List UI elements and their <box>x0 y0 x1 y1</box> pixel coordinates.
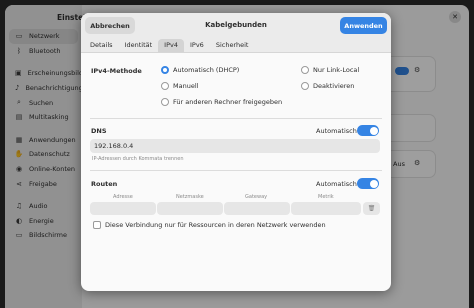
cancel-button[interactable]: Abbrechen <box>85 17 135 34</box>
radio-link-local[interactable]: Nur Link-Local <box>301 66 359 74</box>
tab-bar: Details Identität IPv4 IPv6 Sicherheit <box>81 39 391 53</box>
radio-label: Manuell <box>173 82 199 90</box>
route-gateway-input[interactable] <box>224 202 290 215</box>
dns-hint: IP-Adressen durch Kommata trennen <box>92 156 184 162</box>
tab-sicherheit[interactable]: Sicherheit <box>210 39 255 52</box>
radio-automatic-dhcp[interactable]: Automatisch (DHCP) <box>161 66 239 74</box>
separator <box>90 170 382 171</box>
local-resources-checkbox-row[interactable]: Diese Verbindung nur für Ressourcen in d… <box>93 221 326 229</box>
dialog-header: Abbrechen Kabelgebunden Anwenden <box>81 13 391 39</box>
ipv4-content: IPv4-Methode Automatisch (DHCP) Nur Link… <box>81 53 391 291</box>
radio-indicator <box>301 66 309 74</box>
route-column-gateway: Gateway <box>245 194 268 200</box>
apply-button[interactable]: Anwenden <box>340 17 387 34</box>
radio-indicator <box>161 66 169 74</box>
local-resources-checkbox[interactable] <box>93 221 101 229</box>
radio-disable[interactable]: Deaktivieren <box>301 82 354 90</box>
routes-auto-switch[interactable] <box>357 178 379 189</box>
trash-icon: 🗑 <box>367 205 376 212</box>
radio-indicator <box>301 82 309 90</box>
route-netmask-input[interactable] <box>157 202 223 215</box>
delete-route-button[interactable]: 🗑 <box>363 202 380 215</box>
routes-auto-label: Automatisch <box>316 180 357 188</box>
route-metric-input[interactable] <box>291 202 361 215</box>
wired-connection-dialog: Abbrechen Kabelgebunden Anwenden Details… <box>81 13 391 291</box>
ipv4-method-label: IPv4-Methode <box>91 67 142 75</box>
tab-identitaet[interactable]: Identität <box>119 39 159 52</box>
route-column-metric: Metrik <box>318 194 334 200</box>
radio-manual[interactable]: Manuell <box>161 82 198 90</box>
radio-label: Deaktivieren <box>313 82 355 90</box>
route-column-netmask: Netzmaske <box>176 194 204 200</box>
radio-indicator <box>161 82 169 90</box>
radio-label: Nur Link-Local <box>313 66 360 74</box>
dns-label: DNS <box>91 127 107 135</box>
dns-input[interactable]: 192.168.0.4 <box>90 139 380 153</box>
route-column-address: Adresse <box>113 194 133 200</box>
local-resources-label: Diese Verbindung nur für Ressourcen in d… <box>105 221 326 229</box>
route-address-input[interactable] <box>90 202 156 215</box>
radio-label: Für anderen Rechner freigegeben <box>173 98 283 106</box>
dns-auto-switch[interactable] <box>357 125 379 136</box>
radio-indicator <box>161 98 169 106</box>
tab-ipv6[interactable]: IPv6 <box>184 39 210 52</box>
radio-label: Automatisch (DHCP) <box>173 66 240 74</box>
radio-shared[interactable]: Für anderen Rechner freigegeben <box>161 98 282 106</box>
tab-ipv4[interactable]: IPv4 <box>158 39 184 52</box>
dns-auto-label: Automatisch <box>316 127 357 135</box>
separator <box>90 118 382 119</box>
routes-label: Routen <box>91 180 118 188</box>
tab-details[interactable]: Details <box>84 39 119 52</box>
